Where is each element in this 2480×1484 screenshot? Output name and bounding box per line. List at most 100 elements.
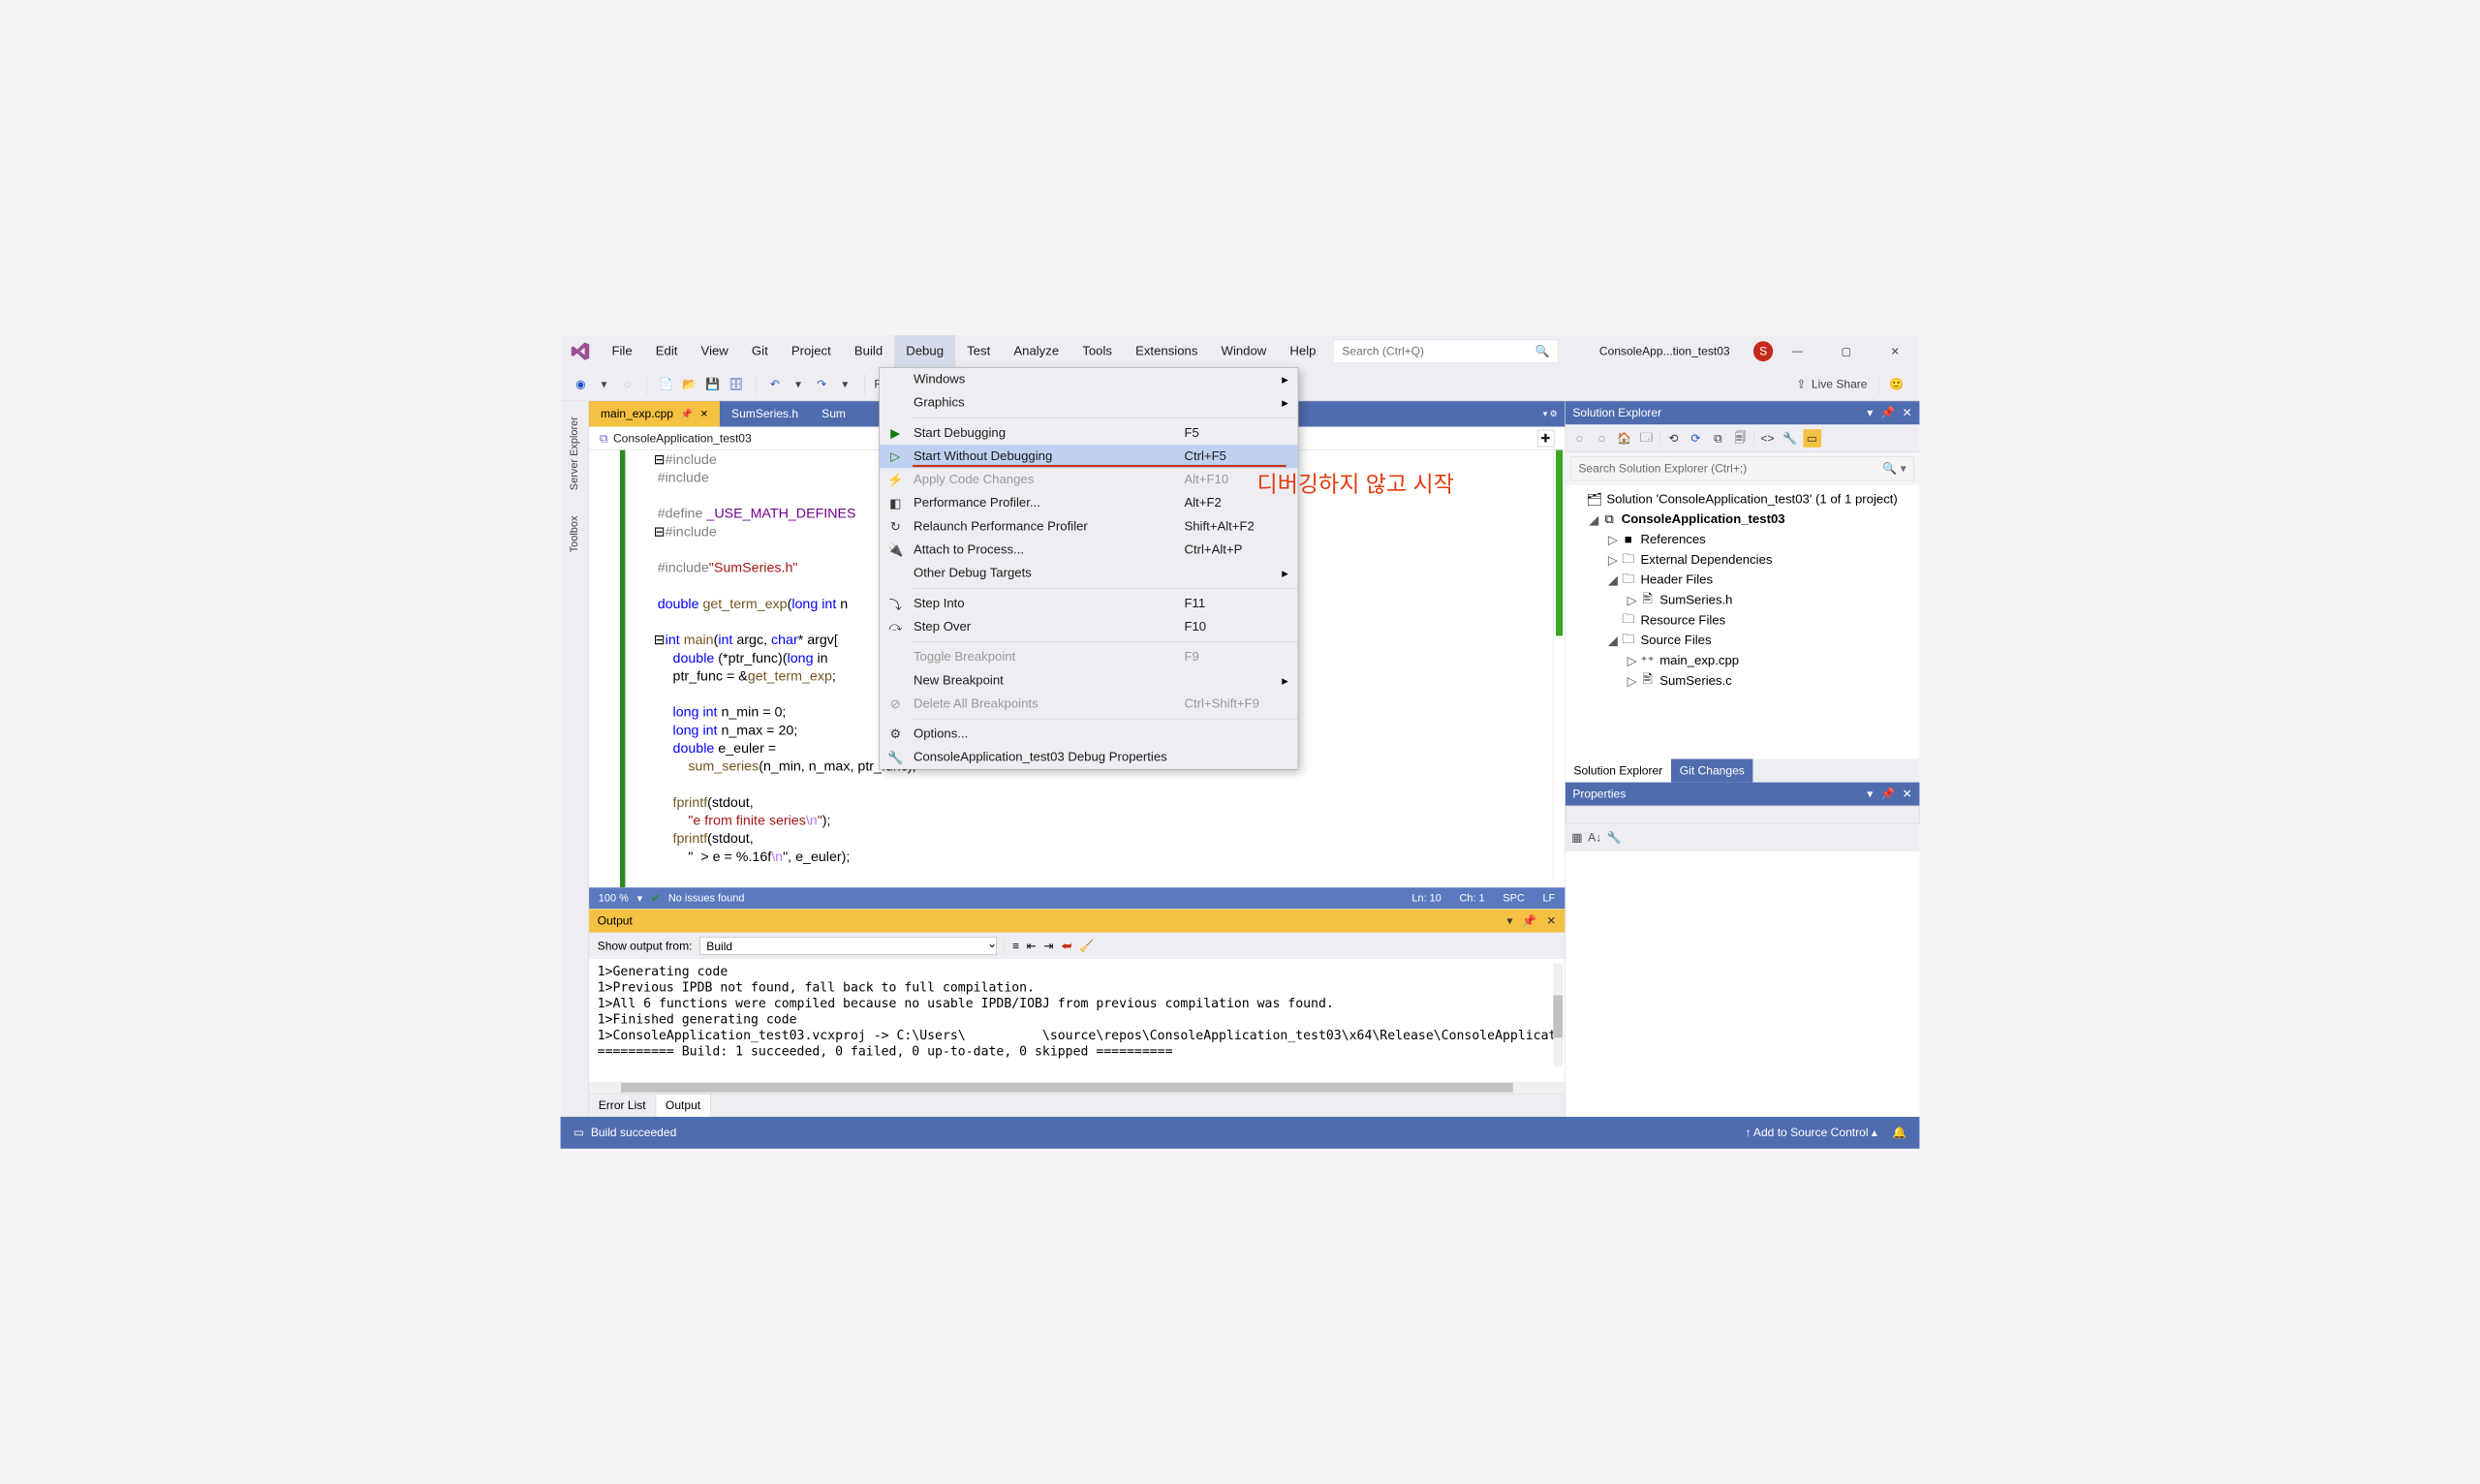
output-vscroll[interactable] (1553, 964, 1563, 1067)
prop-pin-icon[interactable]: 📌 (1880, 788, 1895, 801)
save-icon[interactable]: 💾 (703, 375, 723, 394)
tree-node-references[interactable]: ▷■References (1566, 530, 1920, 550)
doc-tab-sum[interactable]: Sum (810, 401, 857, 426)
se-dd-icon[interactable]: ▾ (1867, 406, 1873, 419)
output-indent-right-icon[interactable]: ⇥ (1043, 939, 1053, 952)
tree-node-consoleapplication-test03[interactable]: ◢⧉ConsoleApplication_test03 (1566, 510, 1920, 530)
redo-dd[interactable]: ▾ (835, 375, 854, 394)
doc-tab-sumseries-h[interactable]: SumSeries.h (720, 401, 810, 426)
output-clear-icon[interactable]: ≡ (1012, 939, 1019, 952)
se-close-icon[interactable]: ✕ (1903, 406, 1912, 419)
se-scope-icon[interactable]: 🗔 (1637, 429, 1656, 448)
debug-item-step-over[interactable]: ⤼Step OverF10 (880, 615, 1298, 638)
menu-window[interactable]: Window (1209, 335, 1278, 367)
maximize-button[interactable]: ▢ (1822, 335, 1871, 367)
bottom-tab-error-list[interactable]: Error List (589, 1094, 656, 1117)
output-dd-icon[interactable]: ▾ (1506, 914, 1512, 928)
properties-header[interactable]: Properties ▾📌✕ (1566, 783, 1920, 806)
menu-project[interactable]: Project (780, 335, 843, 367)
debug-item-graphics[interactable]: Graphics▸ (880, 391, 1298, 415)
se-collapse-icon[interactable]: ⧉ (1709, 429, 1727, 448)
nav-fwd-icon[interactable]: ◌ (618, 375, 637, 394)
menu-help[interactable]: Help (1278, 335, 1327, 367)
tree-node-resource-files[interactable]: 🗀Resource Files (1566, 610, 1920, 631)
status-source-control[interactable]: ↑ Add to Source Control ▴ (1745, 1126, 1877, 1139)
output-clear-all-icon[interactable]: 🧹 (1079, 939, 1094, 952)
output-hscroll[interactable] (589, 1082, 1565, 1094)
output-indent-left-icon[interactable]: ⇤ (1027, 939, 1037, 952)
se-search-field[interactable]: Search Solution Explorer (Ctrl+;) 🔍 ▾ (1570, 456, 1914, 480)
nav-back-icon[interactable]: ◉ (572, 375, 591, 394)
tree-node-sumseries-c[interactable]: ▷🖹SumSeries.c (1566, 671, 1920, 692)
tree-node-solution-consoleapplication-test03-1-of-1-project-[interactable]: 🗂Solution 'ConsoleApplication_test03' (1… (1566, 489, 1920, 510)
output-from-select[interactable]: Build (699, 937, 997, 955)
menu-extensions[interactable]: Extensions (1124, 335, 1209, 367)
feedback-icon[interactable]: 🙂 (1889, 377, 1904, 390)
menu-build[interactable]: Build (843, 335, 894, 367)
doc-tab-overflow[interactable]: ▾ ⚙ (1543, 401, 1565, 426)
menu-git[interactable]: Git (740, 335, 780, 367)
se-showall-icon[interactable]: 🗐 (1731, 429, 1750, 448)
output-close-icon[interactable]: ✕ (1546, 914, 1556, 928)
prop-cat-icon[interactable]: ▦ (1571, 831, 1582, 845)
code-text[interactable]: ⊟#include #include #define _USE_MATH_DEF… (647, 450, 915, 888)
debug-item-performance-profiler-[interactable]: ◧Performance Profiler...Alt+F2 (880, 491, 1298, 514)
se-code-icon[interactable]: <> (1758, 429, 1777, 448)
tree-node-header-files[interactable]: ◢🗀Header Files (1566, 570, 1920, 590)
doc-tab-main-exp-cpp[interactable]: main_exp.cpp📌✕ (589, 401, 720, 426)
se-back-icon[interactable]: ⟲ (1664, 429, 1683, 448)
menu-analyze[interactable]: Analyze (1002, 335, 1070, 367)
properties-object-select[interactable] (1566, 806, 1920, 824)
menu-view[interactable]: View (689, 335, 739, 367)
debug-item-start-without-debugging[interactable]: ▷Start Without DebuggingCtrl+F5 (880, 445, 1298, 468)
prop-az-icon[interactable]: A↓ (1588, 831, 1601, 845)
debug-item-start-debugging[interactable]: ▶Start DebuggingF5 (880, 421, 1298, 445)
se-prop-icon[interactable]: 🔧 (1781, 429, 1799, 448)
output-wordwrap-icon[interactable]: ⮨ (1061, 939, 1071, 952)
status-notifications-icon[interactable]: 🔔 (1892, 1126, 1906, 1139)
debug-item-relaunch-performance-profiler[interactable]: ↻Relaunch Performance ProfilerShift+Alt+… (880, 514, 1298, 538)
se-refresh-icon[interactable]: ⟳ (1687, 429, 1705, 448)
se-preview-icon[interactable]: ▭ (1803, 429, 1821, 448)
live-share-label[interactable]: Live Share (1812, 377, 1868, 390)
open-icon[interactable]: 📂 (680, 375, 699, 394)
tree-node-main-exp-cpp[interactable]: ▷⁺⁺main_exp.cpp (1566, 651, 1920, 671)
split-editor-icon[interactable]: ✚ (1537, 430, 1555, 448)
tree-node-source-files[interactable]: ◢🗀Source Files (1566, 631, 1920, 651)
se-sync-icon[interactable]: ◌ (1593, 429, 1611, 448)
se-house-icon[interactable]: 🏠 (1615, 429, 1633, 448)
user-avatar[interactable]: S (1753, 341, 1773, 361)
debug-item-consoleapplication-test03-debug-properties[interactable]: 🔧ConsoleApplication_test03 Debug Propert… (880, 746, 1298, 769)
se-pin-icon[interactable]: 📌 (1880, 406, 1895, 419)
se-tab-solution-explorer[interactable]: Solution Explorer (1566, 759, 1671, 783)
debug-item-step-into[interactable]: ⤵Step IntoF11 (880, 592, 1298, 615)
solution-explorer-header[interactable]: Solution Explorer ▾📌✕ (1566, 401, 1920, 424)
save-all-icon[interactable]: 🗄 (727, 375, 746, 394)
menu-test[interactable]: Test (955, 335, 1002, 367)
rail-toolbox[interactable]: Toolbox (566, 508, 583, 560)
menu-edit[interactable]: Edit (644, 335, 690, 367)
tree-node-external-dependencies[interactable]: ▷🗀External Dependencies (1566, 550, 1920, 571)
properties-grid[interactable] (1566, 851, 1920, 1117)
output-text[interactable]: 1>Generating code 1>Previous IPDB not fo… (589, 959, 1565, 1082)
output-header[interactable]: Output ▾ 📌 ✕ (589, 910, 1565, 933)
rail-server-explorer[interactable]: Server Explorer (566, 409, 583, 499)
undo-dd[interactable]: ▾ (789, 375, 808, 394)
close-button[interactable]: ✕ (1871, 335, 1919, 367)
live-share-icon[interactable]: ⇪ (1796, 377, 1806, 390)
output-pin-icon[interactable]: 📌 (1522, 914, 1536, 928)
solution-tree[interactable]: 🗂Solution 'ConsoleApplication_test03' (1… (1566, 485, 1920, 759)
se-home-icon[interactable]: ◌ (1570, 429, 1589, 448)
tree-node-sumseries-h[interactable]: ▷🖹SumSeries.h (1566, 590, 1920, 610)
new-project-icon[interactable]: 📄 (657, 375, 676, 394)
minimize-button[interactable]: — (1773, 335, 1821, 367)
undo-icon[interactable]: ↶ (765, 375, 785, 394)
bottom-tab-output[interactable]: Output (656, 1094, 711, 1117)
se-tab-git-changes[interactable]: Git Changes (1671, 759, 1753, 783)
menu-file[interactable]: File (600, 335, 643, 367)
prop-wrench-icon[interactable]: 🔧 (1607, 831, 1622, 845)
prop-close-icon[interactable]: ✕ (1903, 788, 1912, 801)
debug-item-other-debug-targets[interactable]: Other Debug Targets▸ (880, 562, 1298, 585)
code-overview-ruler[interactable] (1553, 450, 1565, 888)
debug-item-options-[interactable]: ⚙Options... (880, 723, 1298, 746)
